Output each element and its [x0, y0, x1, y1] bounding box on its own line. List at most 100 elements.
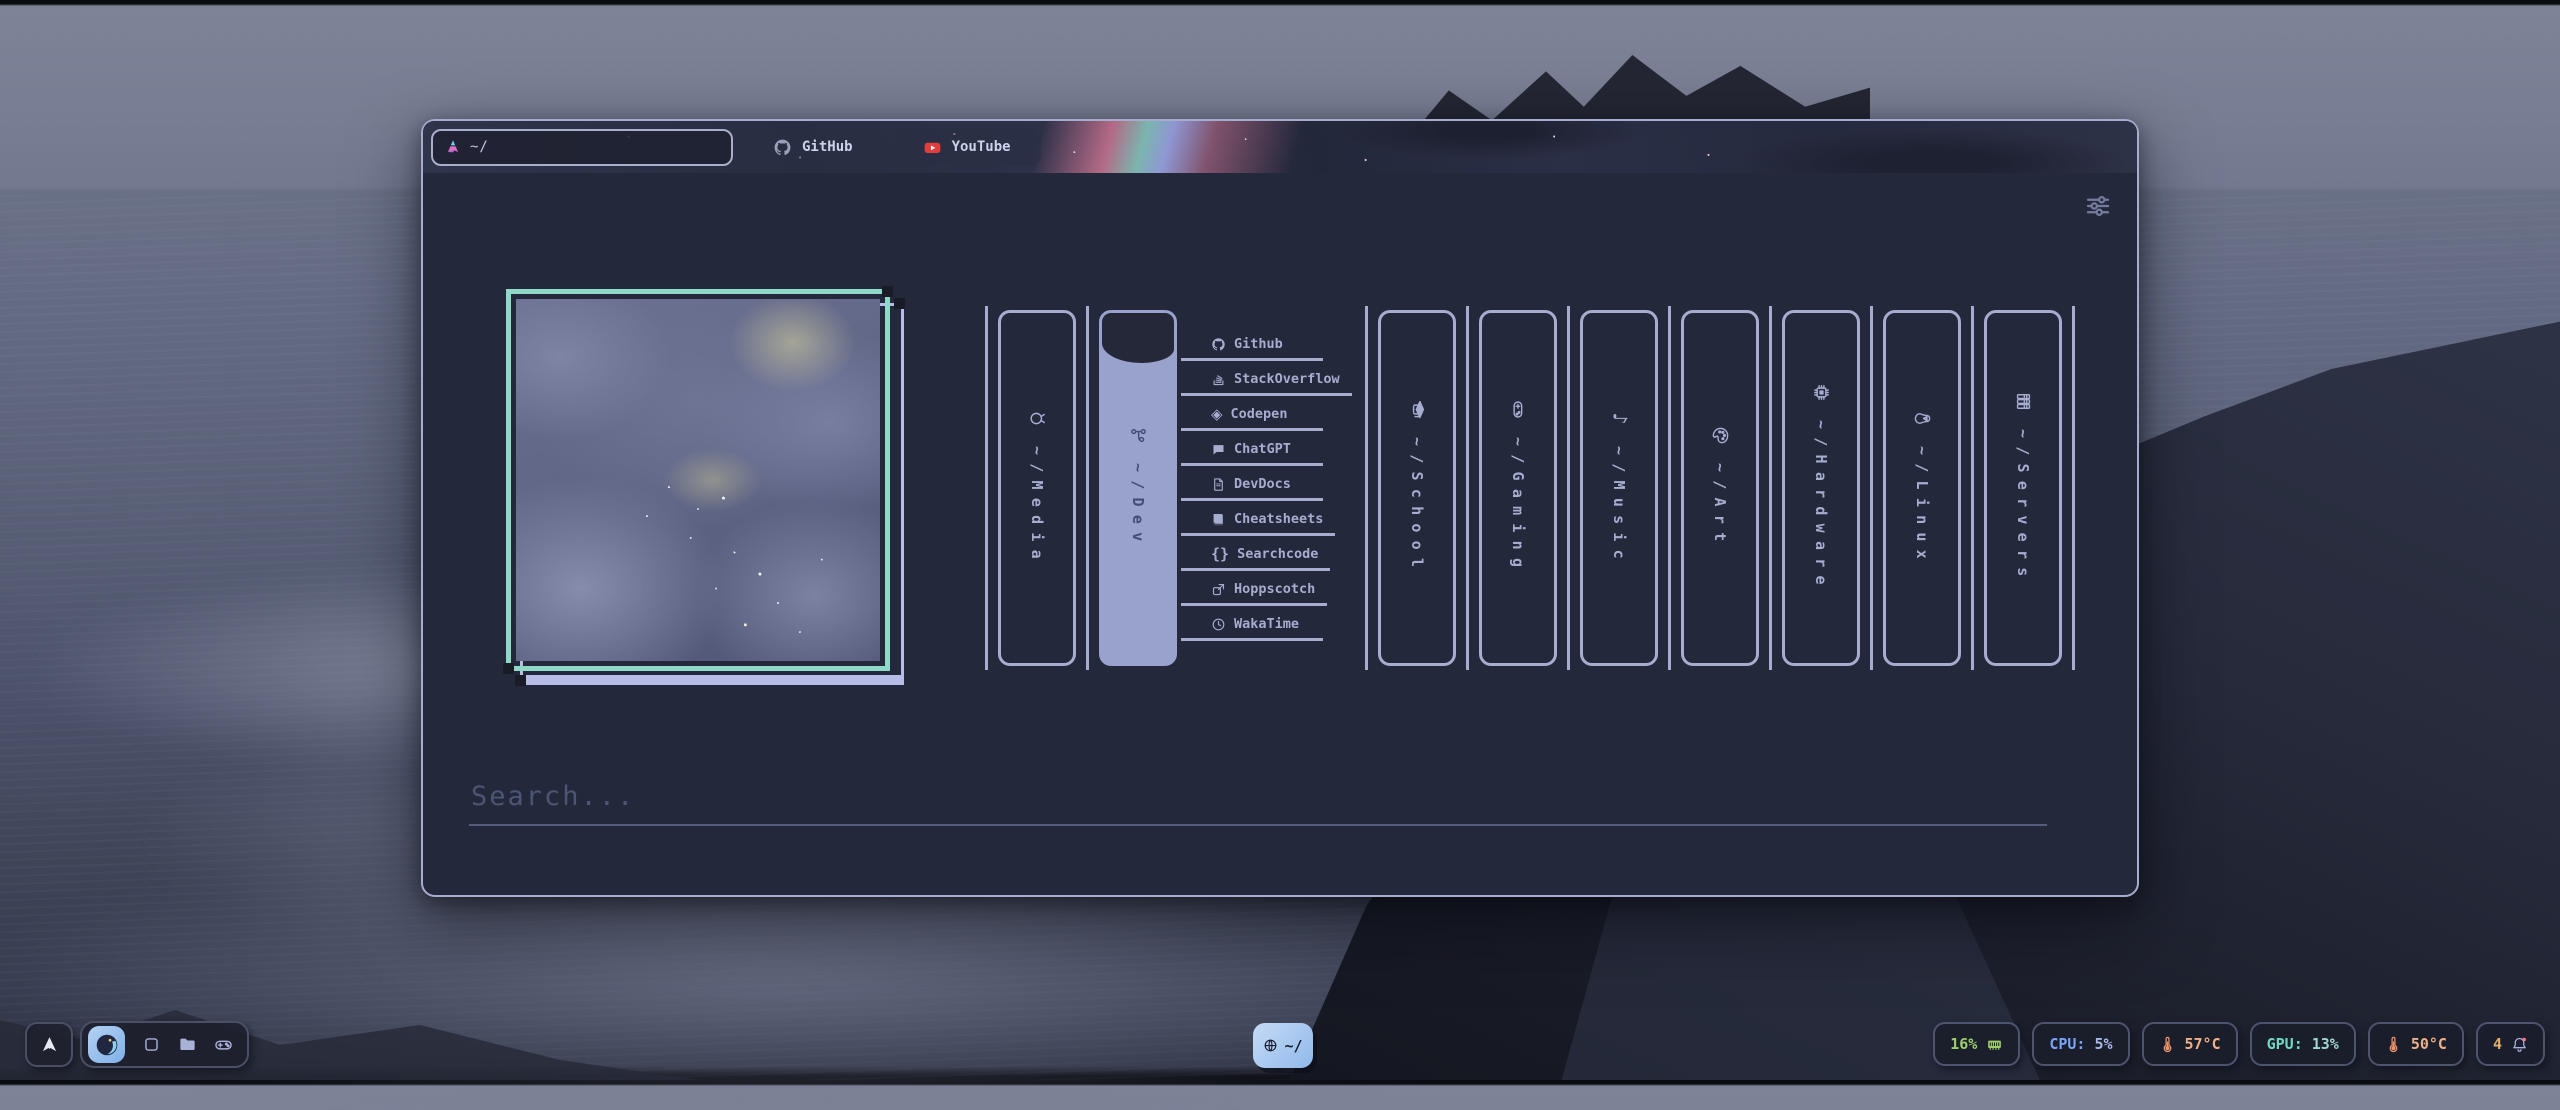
book-label: ~/Servers	[2014, 429, 2032, 585]
link-label: StackOverflow	[1234, 371, 1340, 387]
shelf-divider	[2072, 306, 2075, 670]
arch-logo-white-icon	[39, 1034, 60, 1055]
chip-icon	[1812, 383, 1831, 402]
cpu-value: 5%	[2094, 1035, 2112, 1053]
link-label: Github	[1234, 336, 1283, 352]
book-label: ~/School	[1408, 437, 1426, 575]
notification-count: 4	[2493, 1035, 2502, 1053]
github-icon	[773, 138, 792, 157]
book-label: ~/Music	[1610, 446, 1628, 567]
artwork-frame	[506, 289, 890, 671]
cpu-usage-pill: CPU: 5%	[2032, 1022, 2129, 1066]
gamepad-icon[interactable]	[214, 1035, 233, 1054]
book-linux[interactable]: ~/Linux	[1883, 310, 1961, 666]
startpage-content: ~/Media ~/Dev Github StackOverflow ◈ Cod…	[423, 173, 2137, 895]
sliders-icon[interactable]	[2083, 191, 2113, 221]
share-box-icon	[1211, 582, 1226, 597]
thermometer-icon	[2159, 1036, 2176, 1053]
youtube-icon	[923, 138, 942, 157]
frame-handle	[894, 298, 905, 309]
shelf-divider	[1567, 306, 1570, 670]
frame-handle	[503, 663, 514, 674]
dev-links-list: Github StackOverflow ◈ Codepen ChatGPT D…	[1181, 310, 1359, 666]
graduation-cap-icon	[1408, 400, 1427, 419]
document-icon	[1211, 477, 1226, 492]
search-input[interactable]	[469, 781, 2047, 826]
tab-label: GitHub	[802, 139, 853, 155]
clock-icon	[1211, 617, 1226, 632]
book-icon	[1211, 512, 1226, 527]
stack-icon	[1211, 372, 1226, 387]
gpu-usage-pill: GPU: 13%	[2250, 1022, 2356, 1066]
link-codepen[interactable]: ◈ Codepen	[1181, 406, 1323, 431]
url-text: ~/	[470, 139, 489, 155]
launcher-button[interactable]	[25, 1022, 73, 1067]
system-stats: 16% CPU: 5% 57°C GPU: 13% 50°C 4	[1933, 1022, 2545, 1066]
github-icon	[1211, 337, 1226, 352]
book-servers[interactable]: ~/Servers	[1984, 310, 2062, 666]
thermometer-icon	[2385, 1036, 2402, 1053]
tab-github[interactable]: GitHub	[743, 128, 883, 166]
book-label: ~/Art	[1711, 463, 1729, 549]
gpu-temp-pill: 50°C	[2368, 1022, 2464, 1066]
book-school[interactable]: ~/School	[1378, 310, 1456, 666]
globe-icon	[1263, 1038, 1278, 1053]
artwork-image	[516, 299, 880, 661]
braces-icon: {}	[1211, 547, 1229, 562]
firefox-icon	[94, 1032, 120, 1058]
shelf-divider	[1365, 306, 1368, 670]
bell-icon	[2511, 1036, 2528, 1053]
folder-icon[interactable]	[178, 1035, 197, 1054]
link-label: WakaTime	[1234, 616, 1299, 632]
book-music[interactable]: ♪ ~/Music	[1580, 310, 1658, 666]
tab-youtube[interactable]: YouTube	[893, 128, 1041, 166]
shelf-divider	[1668, 306, 1671, 670]
link-label: Cheatsheets	[1234, 511, 1323, 527]
ram-icon	[1986, 1036, 2003, 1053]
active-window-label: ~/	[1284, 1037, 1302, 1055]
shelf-divider	[1769, 306, 1772, 670]
link-searchcode[interactable]: {} Searchcode	[1181, 546, 1330, 571]
cpu-temp-pill: 57°C	[2142, 1022, 2238, 1066]
link-hoppscotch[interactable]: Hoppscotch	[1181, 581, 1327, 606]
link-label: DevDocs	[1234, 476, 1291, 492]
git-branch-icon	[1129, 426, 1148, 445]
frame-handle	[515, 675, 526, 686]
link-chatgpt[interactable]: ChatGPT	[1181, 441, 1323, 466]
book-label: ~/Media	[1028, 446, 1046, 567]
ram-percent: 16%	[1950, 1035, 1977, 1053]
book-media[interactable]: ~/Media	[998, 310, 1076, 666]
link-devdocs[interactable]: DevDocs	[1181, 476, 1323, 501]
firefox-app-button[interactable]	[88, 1026, 125, 1063]
window-outline-icon[interactable]	[142, 1035, 161, 1054]
tab-label: YouTube	[952, 139, 1011, 155]
gamepad-icon	[1509, 400, 1528, 419]
search-bar	[469, 781, 2045, 826]
link-cheatsheets[interactable]: Cheatsheets	[1181, 511, 1335, 536]
gpu-temp-value: 50°C	[2411, 1035, 2447, 1053]
book-label: ~/Dev	[1129, 463, 1147, 549]
link-github[interactable]: Github	[1181, 336, 1323, 361]
notifications-pill[interactable]: 4	[2476, 1022, 2545, 1066]
tv-icon	[1028, 409, 1047, 428]
url-bar[interactable]: ~/	[431, 129, 733, 166]
shelf-divider	[1086, 306, 1089, 670]
book-label: ~/Hardware	[1812, 420, 1830, 593]
taskbar-active-window[interactable]: ~/	[1253, 1023, 1313, 1068]
penguin-icon	[1913, 409, 1932, 428]
link-stackoverflow[interactable]: StackOverflow	[1181, 371, 1352, 396]
book-art[interactable]: ~/Art	[1681, 310, 1759, 666]
ram-usage-pill: 16%	[1933, 1022, 2020, 1066]
browser-topbar: ~/ GitHub YouTube	[423, 121, 2137, 173]
book-label: ~/Gaming	[1509, 437, 1527, 575]
link-label: ChatGPT	[1234, 441, 1291, 457]
shelf-divider	[985, 306, 988, 670]
cpu-label: CPU:	[2049, 1035, 2085, 1053]
link-wakatime[interactable]: WakaTime	[1181, 616, 1323, 641]
book-gaming[interactable]: ~/Gaming	[1479, 310, 1557, 666]
book-dev-active[interactable]: ~/Dev	[1099, 310, 1177, 666]
link-label: Searchcode	[1237, 546, 1318, 562]
shelf-divider	[1870, 306, 1873, 670]
book-hardware[interactable]: ~/Hardware	[1782, 310, 1860, 666]
gpu-label: GPU:	[2267, 1035, 2303, 1053]
